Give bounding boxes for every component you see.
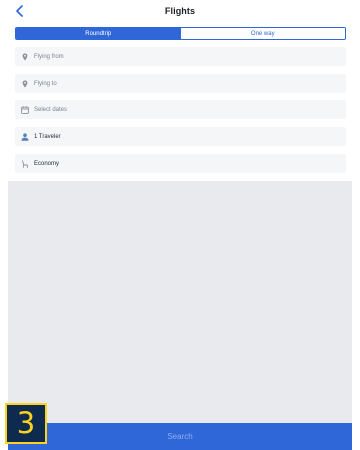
header-bar: Flights bbox=[0, 0, 360, 22]
chevron-left-icon bbox=[16, 5, 23, 17]
cabin-class-field[interactable]: Economy bbox=[15, 154, 346, 173]
calendar-icon bbox=[20, 105, 30, 115]
tab-one-way[interactable]: One way bbox=[180, 28, 345, 39]
step-badge: 3 bbox=[5, 403, 47, 444]
search-button[interactable]: Search bbox=[8, 423, 352, 450]
map-pin-icon bbox=[20, 52, 30, 62]
select-dates-field[interactable]: Select dates bbox=[15, 100, 346, 119]
person-icon bbox=[20, 132, 30, 142]
flying-to-field[interactable]: Flying to bbox=[15, 74, 346, 93]
flying-from-field[interactable]: Flying from bbox=[15, 47, 346, 66]
content-area bbox=[8, 181, 352, 423]
travelers-value: 1 Traveler bbox=[34, 133, 61, 140]
flights-screen: Flights Roundtrip One way Flying from Fl… bbox=[0, 0, 360, 450]
map-pin-icon bbox=[20, 79, 30, 89]
travelers-field[interactable]: 1 Traveler bbox=[15, 127, 346, 146]
select-dates-placeholder: Select dates bbox=[34, 106, 68, 113]
page-title: Flights bbox=[164, 6, 196, 16]
step-number: 3 bbox=[16, 406, 36, 440]
flying-from-placeholder: Flying from bbox=[34, 53, 64, 60]
flying-to-placeholder: Flying to bbox=[34, 80, 57, 87]
tab-roundtrip[interactable]: Roundtrip bbox=[16, 28, 181, 39]
cabin-class-value: Economy bbox=[34, 160, 60, 167]
seat-icon bbox=[20, 159, 30, 169]
trip-type-toggle: Roundtrip One way bbox=[15, 27, 346, 40]
back-button[interactable] bbox=[6, 0, 34, 22]
search-button-label: Search bbox=[167, 432, 193, 441]
